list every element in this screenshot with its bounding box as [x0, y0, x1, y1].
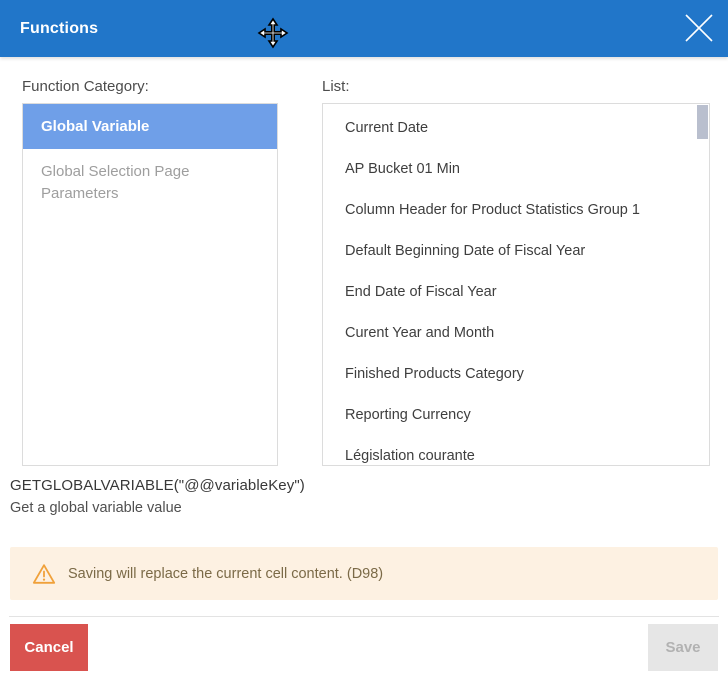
function-category-label: Function Category:: [22, 78, 149, 95]
list-item[interactable]: Curent Year and Month: [323, 313, 709, 354]
list-item[interactable]: Finished Products Category: [323, 354, 709, 395]
list-item[interactable]: Column Header for Product Statistics Gro…: [323, 190, 709, 231]
warning-triangle-icon: [32, 563, 56, 585]
function-listbox: Current Date AP Bucket 01 Min Column Hea…: [322, 103, 710, 466]
warning-message: Saving will replace the current cell con…: [68, 566, 383, 582]
list-scrollbar[interactable]: [697, 105, 708, 139]
list-item[interactable]: Current Date: [323, 108, 709, 149]
function-description: Get a global variable value: [10, 500, 182, 516]
dialog-title: Functions: [20, 0, 98, 57]
function-signature: GETGLOBALVARIABLE("@@variableKey"): [10, 477, 305, 494]
move-cursor-icon: [257, 17, 289, 49]
list-item[interactable]: Reporting Currency: [323, 395, 709, 436]
list-item[interactable]: End Date of Fiscal Year: [323, 272, 709, 313]
list-item[interactable]: Législation courante: [323, 436, 709, 466]
close-icon: [685, 14, 713, 42]
warning-banner: Saving will replace the current cell con…: [10, 547, 718, 600]
function-category-listbox: Global Variable Global Selection Page Pa…: [22, 103, 278, 466]
dialog-header[interactable]: Functions: [0, 0, 728, 57]
close-button[interactable]: [684, 13, 714, 43]
cancel-button[interactable]: Cancel: [10, 624, 88, 671]
list-item[interactable]: AP Bucket 01 Min: [323, 149, 709, 190]
footer-divider: [9, 616, 719, 617]
list-item[interactable]: Default Beginning Date of Fiscal Year: [323, 231, 709, 272]
category-item-global-selection-page-parameters[interactable]: Global Selection Page Parameters: [23, 149, 277, 217]
category-item-global-variable[interactable]: Global Variable: [23, 104, 277, 149]
save-button[interactable]: Save: [648, 624, 718, 671]
list-label: List:: [322, 78, 350, 95]
